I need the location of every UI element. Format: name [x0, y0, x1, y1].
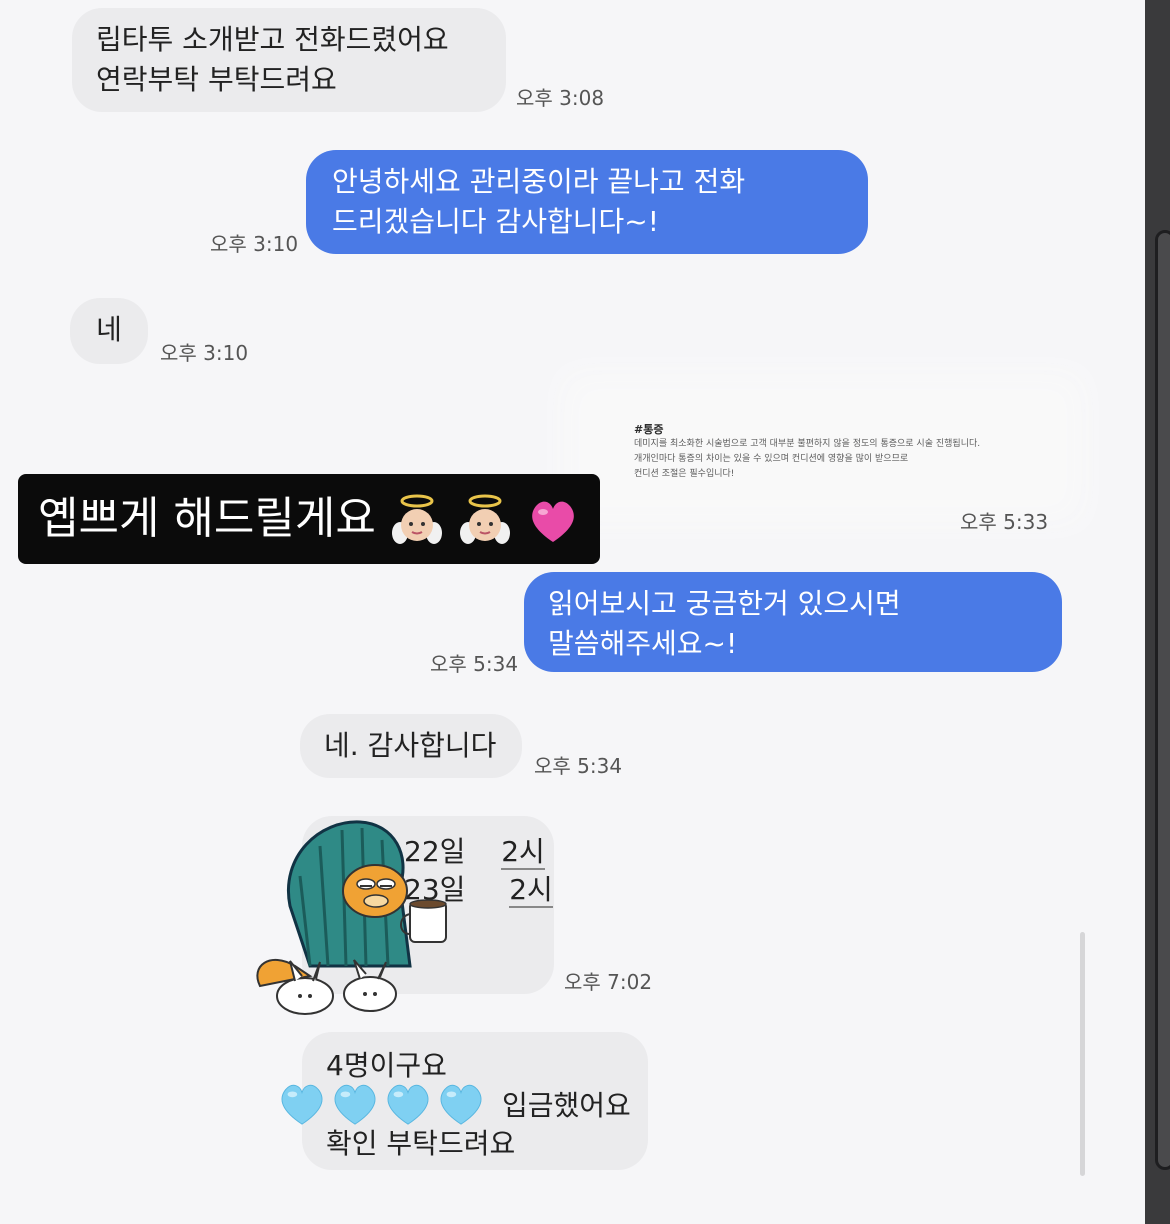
message-bubble-incoming[interactable]: 립타투 소개받고 전화드렸어요 연락부탁 부탁드려요 — [72, 8, 506, 112]
document-preview-image[interactable]: #통증 데미지를 최소화한 시술법으로 고객 대부분 불편하지 않을 정도의 통… — [588, 398, 1058, 498]
message-bubble-incoming[interactable]: 네 — [70, 298, 148, 364]
doc-line: 개개인마다 통증의 차이는 있을 수 있으며 컨디션에 영향을 많이 받으므로 — [634, 454, 909, 464]
message-time: 오후 3:10 — [210, 232, 299, 256]
light-blue-heart-icon — [387, 1084, 429, 1125]
schedule-hour: 2시 — [501, 835, 545, 870]
scrollbar[interactable] — [1080, 932, 1085, 1176]
message-time: 오후 7:02 — [564, 970, 653, 994]
device-edge — [1145, 0, 1170, 1224]
message-time: 오후 5:34 — [534, 754, 623, 778]
light-blue-heart-icon — [281, 1084, 323, 1125]
baby-angel-icon — [391, 494, 442, 544]
doc-heading: #통증 — [634, 423, 664, 436]
doc-line: 컨디션 조절은 필수입니다! — [634, 469, 735, 479]
message-time: 오후 5:33 — [960, 510, 1049, 534]
baby-angel-icon — [459, 494, 510, 544]
message-time: 오후 3:08 — [516, 86, 605, 110]
message-bubble-outgoing[interactable]: 읽어보시고 궁금한거 있으시면 말씀해주세요~! — [524, 572, 1062, 672]
device-frame — [1155, 230, 1170, 1170]
schedule-hour: 2시 — [509, 873, 553, 908]
message-time: 오후 3:10 — [160, 341, 249, 365]
message-time: 오후 5:34 — [430, 652, 519, 676]
garfield-sticker-icon — [256, 820, 447, 1015]
doc-line: 데미지를 최소화한 시술법으로 고객 대부분 불편하지 않을 정도의 통증으로 … — [634, 439, 981, 449]
light-blue-heart-icon — [334, 1084, 376, 1125]
message-bubble-outgoing[interactable]: 안녕하세요 관리중이라 끝나고 전화 드리겠습니다 감사합니다~! — [306, 150, 868, 254]
pink-heart-icon — [531, 501, 574, 542]
light-blue-heart-icon — [440, 1084, 482, 1125]
message-bubble-incoming[interactable]: 네. 감사합니다 — [300, 714, 522, 778]
caption-overlay: 옙쁘게 해드릴게요 — [18, 474, 600, 564]
message-text-line: 입금했어요 — [502, 1089, 631, 1122]
heart-emoji-row — [276, 1078, 488, 1132]
chat-area: 립타투 소개받고 전화드렸어요 연락부탁 부탁드려요 오후 3:08 오후 3:… — [0, 0, 1145, 1224]
caption-text: 옙쁘게 해드릴게요 — [38, 493, 376, 544]
